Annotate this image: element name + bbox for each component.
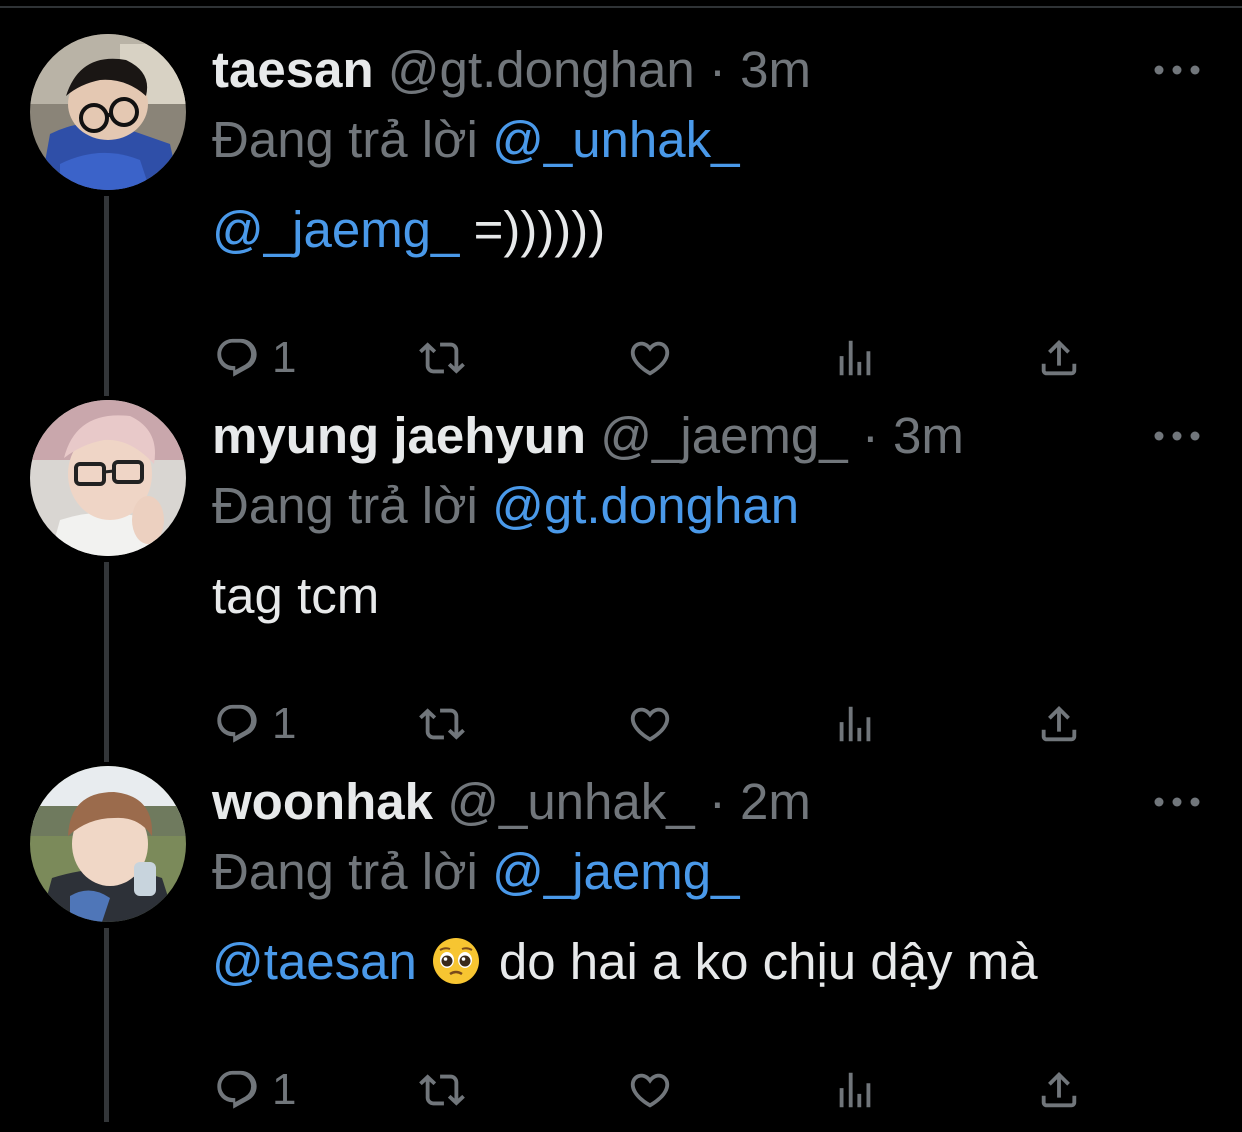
tweet-header: myung jaehyun @_jaemg_ · 3m: [212, 406, 964, 466]
share-button[interactable]: [1036, 1062, 1082, 1118]
views-button[interactable]: [832, 330, 878, 386]
views-icon: [839, 1072, 871, 1108]
share-icon: [1041, 705, 1077, 742]
reply-icon: [217, 1070, 257, 1109]
handle[interactable]: @_jaemg_: [600, 407, 847, 464]
share-icon: [1041, 339, 1077, 376]
reply-button[interactable]: 1: [214, 330, 296, 386]
body-text: tag tcm: [212, 567, 380, 624]
heart-icon: [630, 341, 670, 376]
share-button[interactable]: [1036, 696, 1082, 752]
reply-icon: [217, 704, 257, 743]
retweet-icon: [419, 342, 465, 374]
reply-icon: [217, 338, 257, 377]
separator-dot: ·: [861, 407, 879, 464]
tweet-text: @_jaemg_ =)))))): [212, 200, 605, 260]
action-bar: 1: [212, 696, 1112, 756]
action-bar: 1: [212, 330, 1112, 390]
retweet-icon: [419, 708, 465, 740]
views-button[interactable]: [832, 1062, 878, 1118]
reply-prefix: Đang trả lời: [212, 111, 478, 168]
retweet-button[interactable]: [416, 330, 468, 386]
avatar-image: [30, 34, 186, 190]
replying-to-mention[interactable]: @_unhak_: [492, 111, 739, 168]
body-mention[interactable]: @_jaemg_: [212, 201, 459, 258]
more-icon[interactable]: [1152, 426, 1202, 446]
handle[interactable]: @gt.donghan: [388, 41, 695, 98]
avatar[interactable]: [30, 766, 186, 922]
body-text: =)))))): [473, 201, 606, 258]
like-button[interactable]: [626, 1062, 674, 1118]
like-button[interactable]: [626, 696, 674, 752]
tweet[interactable]: taesan @gt.donghan · 3m Đang trả lời @_u…: [0, 34, 1242, 400]
tweet[interactable]: myung jaehyun @_jaemg_ · 3m Đang trả lời…: [0, 400, 1242, 766]
separator-dot: ·: [708, 773, 726, 830]
replying-to: Đang trả lời @_unhak_: [212, 110, 740, 170]
retweet-button[interactable]: [416, 1062, 468, 1118]
avatar-image: [30, 400, 186, 556]
separator-dot: ·: [708, 41, 726, 98]
top-divider: [0, 0, 1242, 8]
reply-prefix: Đang trả lời: [212, 843, 478, 900]
replying-to: Đang trả lời @gt.donghan: [212, 476, 799, 536]
retweet-icon: [419, 1074, 465, 1106]
pleading-face-emoji: [431, 936, 481, 986]
tweet-text: tag tcm: [212, 566, 379, 626]
display-name[interactable]: woonhak: [212, 773, 433, 830]
more-icon[interactable]: [1152, 60, 1202, 80]
heart-icon: [630, 1073, 670, 1108]
views-icon: [839, 340, 871, 376]
timestamp[interactable]: 2m: [740, 773, 811, 830]
reply-count: 1: [272, 699, 297, 748]
retweet-button[interactable]: [416, 696, 468, 752]
replying-to: Đang trả lời @_jaemg_: [212, 842, 739, 902]
action-bar: 1: [212, 1062, 1112, 1122]
reply-count: 1: [272, 333, 297, 382]
body-text: do hai a ko chịu dậy mà: [498, 933, 1038, 990]
reply-button[interactable]: 1: [214, 1062, 296, 1118]
share-button[interactable]: [1036, 330, 1082, 386]
reply-count: 1: [272, 1065, 297, 1114]
heart-icon: [630, 707, 670, 742]
timestamp[interactable]: 3m: [740, 41, 811, 98]
avatar[interactable]: [30, 400, 186, 556]
avatar-image: [30, 766, 186, 922]
handle[interactable]: @_unhak_: [447, 773, 694, 830]
more-icon[interactable]: [1152, 792, 1202, 812]
reply-button[interactable]: 1: [214, 696, 296, 752]
display-name[interactable]: myung jaehyun: [212, 407, 586, 464]
tweet-header: woonhak @_unhak_ · 2m: [212, 772, 811, 832]
like-button[interactable]: [626, 330, 674, 386]
display-name[interactable]: taesan: [212, 41, 374, 98]
avatar[interactable]: [30, 34, 186, 190]
views-icon: [839, 706, 871, 742]
timestamp[interactable]: 3m: [893, 407, 964, 464]
share-icon: [1041, 1071, 1077, 1108]
tweet-header: taesan @gt.donghan · 3m: [212, 40, 811, 100]
tweet-text: @taesan do hai a ko chịu dậy mà: [212, 932, 1038, 992]
tweet[interactable]: woonhak @_unhak_ · 2m Đang trả lời @_jae…: [0, 766, 1242, 1132]
replying-to-mention[interactable]: @gt.donghan: [492, 477, 799, 534]
body-mention[interactable]: @taesan: [212, 933, 417, 990]
reply-prefix: Đang trả lời: [212, 477, 478, 534]
views-button[interactable]: [832, 696, 878, 752]
replying-to-mention[interactable]: @_jaemg_: [492, 843, 739, 900]
